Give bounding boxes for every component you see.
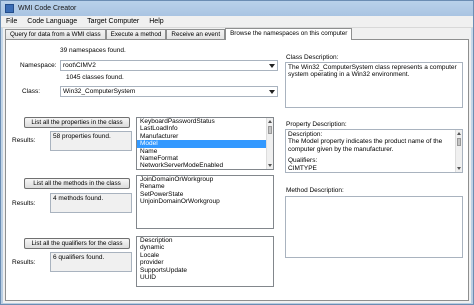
class-description-box[interactable]: The Win32_ComputerSystem class represent… [285, 62, 463, 108]
client-area: Query for data from a WMI class Execute … [3, 28, 471, 303]
methods-listbox[interactable]: JoinDomainOrWorkgroup Rename SetPowerSta… [136, 175, 274, 229]
property-description-box[interactable]: Description: The Model property indicate… [285, 129, 463, 173]
property-description-scrollbar[interactable] [455, 130, 462, 172]
property-description-line: The Model property indicates the product… [288, 138, 443, 153]
window-title: WMI Code Creator [18, 5, 77, 12]
property-description-label: Property Description: [286, 121, 347, 128]
list-item[interactable]: SupportsUpdate [137, 267, 273, 274]
scroll-up-icon[interactable] [457, 132, 461, 135]
scroll-down-icon[interactable] [457, 167, 461, 170]
list-item[interactable]: Manufacturer [137, 133, 273, 140]
list-item[interactable]: NameFormat [137, 155, 273, 162]
list-item[interactable]: dynamic [137, 244, 273, 251]
menu-code-language[interactable]: Code Language [22, 18, 82, 25]
list-properties-button[interactable]: List all the properties in the class [24, 117, 130, 128]
title-bar: WMI Code Creator [1, 1, 473, 16]
qualifiers-results-label: Results: [12, 259, 36, 266]
list-item[interactable]: Description [137, 237, 273, 244]
list-item[interactable]: SetPowerState [137, 191, 273, 198]
class-description-label: Class Description: [286, 54, 339, 61]
list-item[interactable]: KeyboardPasswordStatus [137, 118, 273, 125]
browse-tab-page: 39 namespaces found. Namespace: root\CIM… [5, 39, 469, 301]
menu-file[interactable]: File [1, 18, 22, 25]
properties-scrollbar[interactable] [266, 118, 273, 169]
class-description-text: The Win32_ComputerSystem class represent… [288, 64, 457, 79]
list-item[interactable]: provider [137, 259, 273, 266]
method-description-box[interactable] [285, 196, 463, 258]
methods-result-text: 4 methods found. [53, 195, 104, 202]
list-qualifiers-button[interactable]: List all the qualifiers for the class [24, 238, 130, 249]
methods-results-label: Results: [12, 200, 36, 207]
list-item[interactable]: UnjoinDomainOrWorkgroup [137, 198, 273, 205]
list-item-selected[interactable]: Model [137, 140, 273, 148]
app-window: WMI Code Creator File Code Language Targ… [0, 0, 474, 305]
app-icon [5, 4, 14, 13]
list-item[interactable]: UUID [137, 274, 273, 281]
list-item[interactable]: NetworkServerModeEnabled [137, 162, 273, 169]
qualifiers-listbox[interactable]: Description dynamic Locale provider Supp… [136, 236, 274, 287]
class-combobox[interactable]: Win32_ComputerSystem [60, 86, 278, 97]
list-item[interactable]: Locale [137, 252, 273, 259]
properties-result-box: 58 properties found. [50, 131, 132, 151]
list-item[interactable]: LastLoadInfo [137, 125, 273, 132]
menu-bar: File Code Language Target Computer Help [1, 16, 473, 28]
list-item[interactable]: Rename [137, 183, 273, 190]
chevron-down-icon [269, 64, 275, 68]
qualifiers-result-box: 6 qualifiers found. [50, 252, 132, 272]
qualifiers-result-text: 6 qualifiers found. [53, 254, 105, 261]
list-item[interactable]: Name [137, 148, 273, 155]
class-label: Class: [22, 88, 41, 95]
classes-found-text: 1045 classes found. [66, 74, 124, 81]
scroll-down-icon[interactable] [268, 164, 272, 167]
menu-help[interactable]: Help [144, 18, 168, 25]
method-description-label: Method Description: [286, 187, 344, 194]
methods-result-box: 4 methods found. [50, 193, 132, 213]
tab-browse-namespaces[interactable]: Browse the namespaces on this computer [225, 28, 353, 40]
property-description-line: CIMTYPE [288, 164, 317, 172]
list-methods-button[interactable]: List all the methods in the class [24, 178, 130, 189]
scroll-thumb[interactable] [268, 126, 272, 134]
scroll-thumb[interactable] [457, 138, 461, 146]
property-description-line: Qualifiers: [288, 157, 318, 165]
list-item[interactable]: JoinDomainOrWorkgroup [137, 176, 273, 183]
chevron-down-icon [269, 90, 275, 94]
property-description-line: Description: [288, 131, 323, 138]
namespaces-found-text: 39 namespaces found. [60, 47, 126, 54]
namespace-label: Namespace: [20, 62, 57, 69]
properties-result-text: 58 properties found. [53, 133, 111, 140]
menu-target-computer[interactable]: Target Computer [82, 18, 144, 25]
properties-results-label: Results: [12, 137, 36, 144]
scroll-up-icon[interactable] [268, 120, 272, 123]
namespace-value: root\CIMV2 [63, 62, 96, 69]
properties-listbox[interactable]: KeyboardPasswordStatus LastLoadInfo Manu… [136, 117, 274, 170]
class-value: Win32_ComputerSystem [63, 88, 136, 95]
namespace-combobox[interactable]: root\CIMV2 [60, 60, 278, 71]
